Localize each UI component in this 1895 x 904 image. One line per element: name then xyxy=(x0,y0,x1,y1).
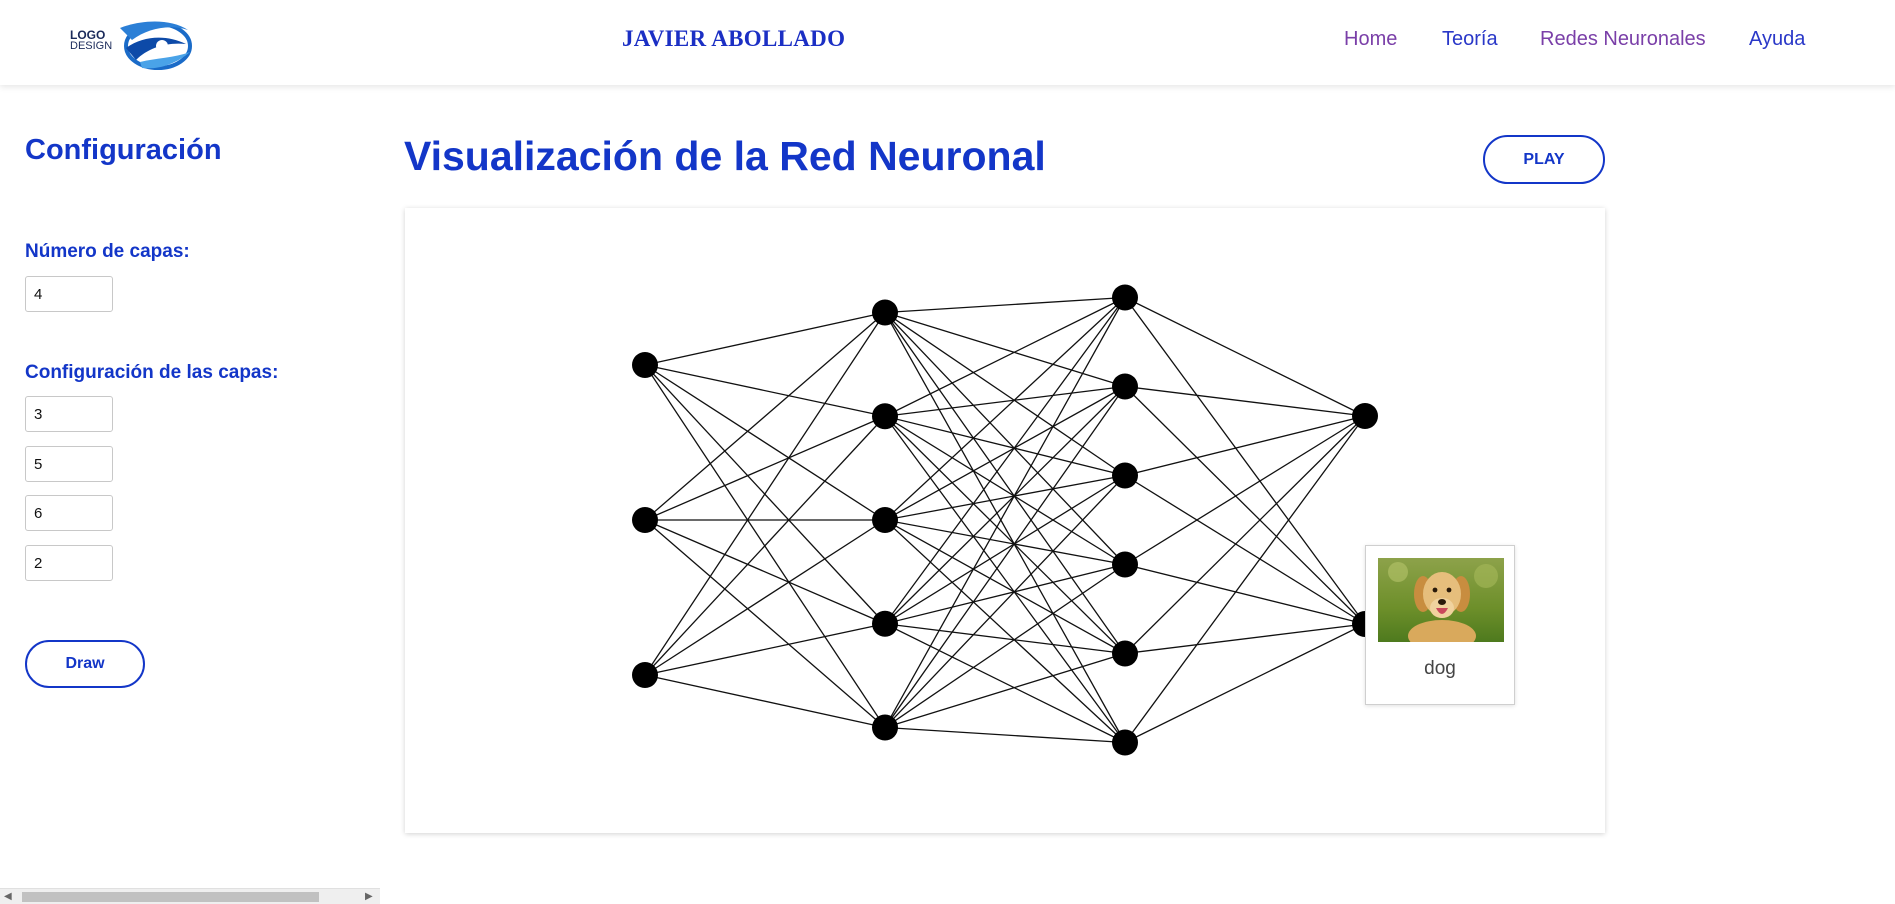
edge-l2-4-0 xyxy=(1124,415,1366,654)
neuron-l0-1 xyxy=(632,507,658,533)
layer-size-input-4[interactable] xyxy=(25,545,113,581)
scroll-left-icon[interactable]: ◀ xyxy=(4,891,12,902)
neuron-l2-3 xyxy=(1112,551,1138,578)
neuron-l0-0 xyxy=(632,352,658,378)
scroll-right-icon[interactable]: ▶ xyxy=(365,891,373,902)
top-header: LOGO DESIGN JAVIER ABOLLADO Home Teoría … xyxy=(0,0,1895,85)
play-button[interactable]: PLAY xyxy=(1483,135,1605,184)
edge-l0-2-1 xyxy=(644,415,886,676)
layer-size-input-1[interactable] xyxy=(25,396,113,432)
layer-size-input-2[interactable] xyxy=(25,446,113,482)
edge-l1-2-5 xyxy=(884,519,1126,743)
neuron-l1-0 xyxy=(872,299,898,326)
edge-l0-1-1 xyxy=(644,415,886,521)
edge-l1-3-3 xyxy=(884,563,1126,625)
edge-l2-3-1 xyxy=(1124,563,1366,625)
edge-l1-3-5 xyxy=(884,623,1126,744)
edge-l0-0-2 xyxy=(644,364,886,521)
layer-size-input-3[interactable] xyxy=(25,495,113,531)
edge-l2-0-1 xyxy=(1124,297,1366,625)
edge-l0-2-4 xyxy=(644,674,886,729)
config-title: Configuración xyxy=(25,134,222,166)
layers-count-input[interactable] xyxy=(25,276,113,312)
edge-l0-1-0 xyxy=(644,312,886,521)
layers-config-label: Configuración de las capas: xyxy=(25,362,279,383)
neuron-l1-1 xyxy=(872,403,898,430)
horizontal-scrollbar[interactable]: ◀ ▶ xyxy=(0,888,380,904)
neuron-l2-5 xyxy=(1112,729,1138,756)
prediction-card: dog xyxy=(1365,545,1515,705)
network-graph xyxy=(632,284,1378,756)
neuron-l2-0 xyxy=(1112,284,1138,311)
nav-teoria[interactable]: Teoría xyxy=(1442,28,1498,51)
edge-l1-1-4 xyxy=(884,415,1126,654)
edge-l1-2-0 xyxy=(884,297,1126,521)
edge-l2-2-0 xyxy=(1124,415,1366,477)
edge-l2-5-0 xyxy=(1124,415,1366,743)
site-logo[interactable]: LOGO DESIGN xyxy=(70,18,200,74)
edge-l1-1-2 xyxy=(884,415,1126,477)
neuron-l2-4 xyxy=(1112,640,1138,667)
nav-home[interactable]: Home xyxy=(1344,28,1397,51)
neuron-l2-1 xyxy=(1112,373,1138,400)
edge-l2-3-0 xyxy=(1124,415,1366,566)
neuron-l1-4 xyxy=(872,714,898,741)
neuron-l1-2 xyxy=(872,507,898,533)
dog-photo-icon xyxy=(1378,558,1504,642)
edge-l0-1-3 xyxy=(644,519,886,625)
logo-swoosh-icon xyxy=(120,21,192,70)
prediction-label: dog xyxy=(1424,658,1456,679)
edge-l2-2-1 xyxy=(1124,474,1366,625)
nav-ayuda[interactable]: Ayuda xyxy=(1749,28,1805,51)
edge-l1-2-1 xyxy=(884,385,1126,521)
nav-redes-neuronales[interactable]: Redes Neuronales xyxy=(1540,28,1706,51)
network-canvas xyxy=(405,208,1605,833)
edge-l1-1-5 xyxy=(884,415,1126,743)
edge-l0-2-3 xyxy=(644,623,886,676)
page-title: Visualización de la Red Neuronal xyxy=(404,133,1046,179)
neuron-l0-2 xyxy=(632,662,658,688)
neuron-l3-0 xyxy=(1352,403,1378,429)
edge-l1-3-4 xyxy=(884,623,1126,655)
edge-l2-5-1 xyxy=(1124,623,1366,744)
draw-button[interactable]: Draw xyxy=(25,640,145,688)
edge-l2-4-1 xyxy=(1124,623,1366,655)
edge-l0-2-0 xyxy=(644,312,886,676)
edge-l1-0-0 xyxy=(884,296,1126,314)
edge-l0-1-4 xyxy=(644,519,886,728)
edge-l1-1-1 xyxy=(884,385,1126,417)
edge-l2-1-0 xyxy=(1124,385,1366,417)
edge-l2-0-0 xyxy=(1124,296,1366,417)
edge-l1-3-0 xyxy=(884,297,1126,625)
edge-l0-0-1 xyxy=(644,364,886,417)
edge-l1-1-0 xyxy=(884,296,1126,417)
layers-count-label: Número de capas: xyxy=(25,241,190,262)
edge-l2-1-1 xyxy=(1124,386,1366,625)
scrollbar-thumb[interactable] xyxy=(22,892,319,902)
site-title[interactable]: JAVIER ABOLLADO xyxy=(622,26,845,52)
edge-l1-2-4 xyxy=(884,519,1126,655)
edge-l0-2-2 xyxy=(644,519,886,676)
neuron-l1-3 xyxy=(872,610,898,637)
neuron-l2-2 xyxy=(1112,462,1138,489)
edge-l1-3-1 xyxy=(884,386,1126,625)
edge-l0-0-0 xyxy=(644,311,886,366)
edge-l1-4-5 xyxy=(884,726,1126,744)
